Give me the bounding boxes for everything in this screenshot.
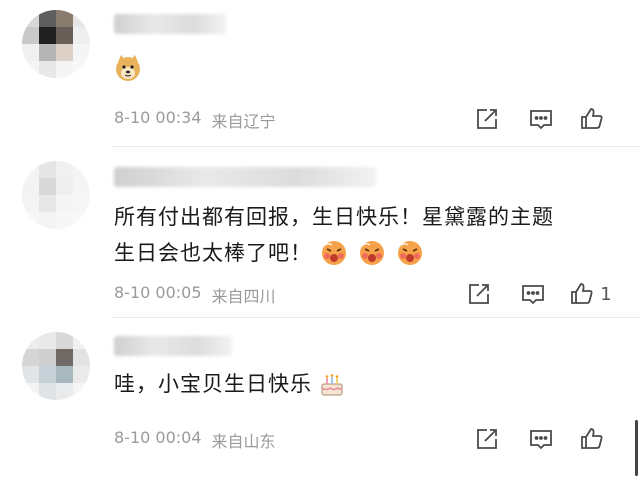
comment-time: 8-10 00:05 (114, 283, 202, 302)
avatar-pixel (22, 383, 39, 400)
scrollbar[interactable] (635, 420, 638, 476)
like-button[interactable]: 1 (560, 279, 622, 309)
avatar-pixel (22, 332, 39, 349)
comment-text-line: 哇，小宝贝生日快乐 (114, 372, 312, 396)
like-icon (571, 283, 593, 304)
comment-icon (530, 110, 552, 130)
avatar-pixel (56, 366, 73, 383)
avatar-pixel (39, 366, 56, 383)
comment-item: 8-10 00:34 来自辽宁 (0, 0, 640, 146)
comment-button[interactable] (506, 279, 560, 309)
share-icon (477, 109, 497, 129)
avatar-pixel (73, 349, 90, 366)
comment-button[interactable] (514, 104, 568, 134)
avatar-pixel (56, 161, 73, 178)
avatar-pixel (73, 161, 90, 178)
username-blurred[interactable] (114, 14, 226, 34)
avatar-pixel (56, 332, 73, 349)
avatar-pixel (22, 10, 39, 27)
comment-text: 哇，小宝贝生日快乐 (114, 366, 350, 402)
avatar-pixel (39, 10, 56, 27)
comment-time: 8-10 00:34 (114, 108, 202, 127)
username-blurred[interactable] (114, 336, 232, 356)
avatar-pixel (22, 195, 39, 212)
like-count: 1 (600, 283, 612, 305)
avatar-pixel (22, 61, 39, 78)
avatar-pixel (39, 349, 56, 366)
avatar-pixel (56, 212, 73, 229)
comment-text: 所有付出都有回报，生日快乐！星黛露的主题 生日会也太棒了吧！ (114, 199, 554, 271)
avatar-pixel (39, 383, 56, 400)
avatar-pixel (22, 349, 39, 366)
avatar-pixel (73, 178, 90, 195)
avatar-pixel (39, 212, 56, 229)
share-button[interactable] (460, 104, 514, 134)
comment-location: 来自山东 (211, 432, 276, 451)
username-blurred[interactable] (114, 167, 376, 187)
like-icon (581, 108, 603, 129)
avatar-pixel (73, 27, 90, 44)
hot-face-emoji (322, 241, 346, 265)
comment-button[interactable] (514, 424, 568, 454)
avatar-pixel (56, 61, 73, 78)
hot-face-emoji (398, 241, 422, 265)
avatar-pixel (73, 332, 90, 349)
share-button[interactable] (460, 424, 514, 454)
avatar-pixel (22, 161, 39, 178)
avatar-pixel (56, 44, 73, 61)
comment-location: 来自四川 (211, 287, 276, 306)
comment-icon (522, 285, 544, 305)
avatar[interactable] (22, 332, 90, 400)
avatar[interactable] (22, 161, 90, 229)
comment-text-line: 生日会也太棒了吧！ (114, 241, 312, 265)
comment-meta: 8-10 00:05 来自四川 (114, 283, 276, 307)
avatar-pixel (39, 61, 56, 78)
like-icon (581, 428, 603, 449)
avatar-pixel (73, 44, 90, 61)
doge-emoji (116, 55, 140, 81)
cake-emoji (321, 374, 343, 396)
avatar-pixel (22, 27, 39, 44)
share-icon (469, 284, 489, 304)
avatar-pixel (39, 44, 56, 61)
avatar[interactable] (22, 10, 90, 78)
avatar-pixel (56, 27, 73, 44)
avatar-pixel (39, 27, 56, 44)
avatar-pixel (56, 383, 73, 400)
comment-meta: 8-10 00:34 来自辽宁 (114, 108, 276, 132)
avatar-pixel (73, 212, 90, 229)
avatar-pixel (56, 10, 73, 27)
avatar-pixel (73, 195, 90, 212)
comment-meta: 8-10 00:04 来自山东 (114, 428, 276, 452)
share-icon (477, 429, 497, 449)
avatar-pixel (73, 366, 90, 383)
avatar-pixel (73, 383, 90, 400)
hot-face-emoji (360, 241, 384, 265)
comment-text (114, 54, 146, 82)
avatar-pixel (22, 44, 39, 61)
avatar-pixel (39, 161, 56, 178)
avatar-pixel (39, 195, 56, 212)
share-button[interactable] (452, 279, 506, 309)
avatar-pixel (73, 10, 90, 27)
comment-text-line: 所有付出都有回报，生日快乐！星黛露的主题 (114, 205, 554, 229)
avatar-pixel (73, 61, 90, 78)
avatar-pixel (39, 332, 56, 349)
avatar-pixel (22, 178, 39, 195)
comment-icon (530, 430, 552, 450)
comment-item: 所有付出都有回报，生日快乐！星黛露的主题 生日会也太棒了吧！ 8-10 00:0… (0, 147, 640, 317)
comment-text-line-2: 生日会也太棒了吧！ (114, 235, 554, 271)
avatar-pixel (39, 178, 56, 195)
avatar-pixel (22, 366, 39, 383)
avatar-pixel (22, 212, 39, 229)
avatar-pixel (56, 178, 73, 195)
comment-location: 来自辽宁 (211, 112, 276, 131)
comment-time: 8-10 00:04 (114, 428, 202, 447)
comment-item: 哇，小宝贝生日快乐 8-10 00:04 来自山东 (0, 318, 640, 478)
like-button[interactable] (568, 424, 622, 454)
avatar-pixel (56, 349, 73, 366)
like-button[interactable] (568, 104, 622, 134)
avatar-pixel (56, 195, 73, 212)
